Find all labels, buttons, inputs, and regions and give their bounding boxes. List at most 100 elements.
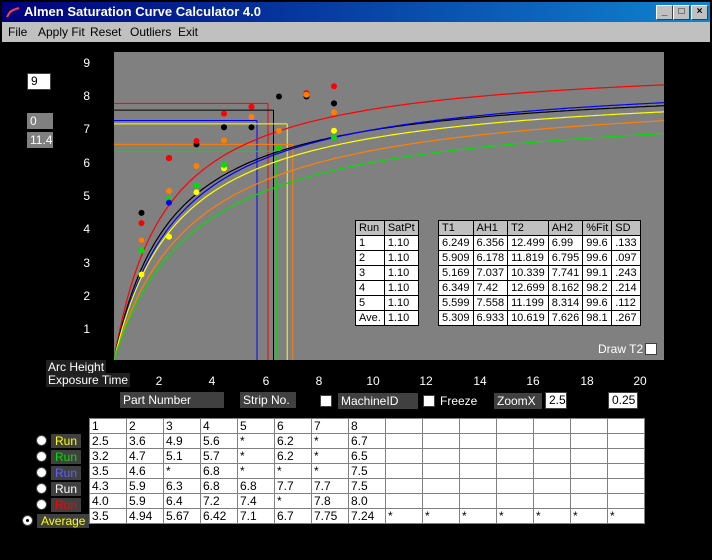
grid-cell[interactable]: 6.7 [348,433,386,449]
grid-cell[interactable]: 7.7 [274,478,312,494]
zoomx-input[interactable]: 2.5 [545,392,567,409]
grid-cell[interactable]: 3.2 [89,448,127,464]
grid-cell[interactable] [422,433,460,449]
grid-cell[interactable]: 8 [348,418,386,434]
grid-cell[interactable] [385,463,423,479]
draw-t2-checkbox[interactable] [645,343,657,355]
grid-cell[interactable] [385,478,423,494]
grid-cell[interactable] [533,478,571,494]
grid-cell[interactable]: * [533,508,571,524]
grid-cell[interactable]: * [237,433,275,449]
grid-cell[interactable] [570,448,608,464]
grid-cell[interactable] [496,478,534,494]
grid-cell[interactable]: 2 [126,418,164,434]
grid-cell[interactable]: 7.5 [348,463,386,479]
grid-cell[interactable]: 3.5 [89,508,127,524]
grid-cell[interactable]: 5.6 [200,433,238,449]
grid-cell[interactable]: 7.24 [348,508,386,524]
grid-cell[interactable]: 4.3 [89,478,127,494]
grid-cell[interactable]: * [311,433,349,449]
grid-cell[interactable] [570,478,608,494]
grid-cell[interactable] [496,493,534,509]
grid-cell[interactable]: 6.7 [274,508,312,524]
machine-id-checkbox[interactable] [320,395,332,407]
grid-cell[interactable]: * [274,463,312,479]
grid-cell[interactable] [570,463,608,479]
grid-cell[interactable] [496,418,534,434]
grid-cell[interactable] [570,433,608,449]
grid-cell[interactable]: 4.94 [126,508,164,524]
grid-cell[interactable]: * [311,463,349,479]
grid-cell[interactable]: 6.42 [200,508,238,524]
grid-cell[interactable] [422,448,460,464]
y-min-field[interactable]: 0 [27,113,53,129]
grid-cell[interactable] [459,478,497,494]
minimize-button[interactable]: _ [656,5,673,20]
grid-cell[interactable] [533,493,571,509]
grid-cell[interactable] [422,478,460,494]
run-3-radio[interactable] [36,467,47,478]
grid-cell[interactable]: 7.75 [311,508,349,524]
grid-cell[interactable]: 4.0 [89,493,127,509]
grid-cell[interactable]: 3.5 [89,463,127,479]
grid-cell[interactable] [422,418,460,434]
grid-cell[interactable]: 6.2 [274,448,312,464]
grid-cell[interactable]: * [237,448,275,464]
grid-cell[interactable]: 5.1 [163,448,201,464]
grid-cell[interactable] [607,463,645,479]
grid-cell[interactable] [459,493,497,509]
grid-cell[interactable]: 5.9 [126,493,164,509]
grid-cell[interactable]: 7.5 [348,478,386,494]
grid-cell[interactable] [607,448,645,464]
grid-cell[interactable]: 7.1 [237,508,275,524]
grid-cell[interactable]: 4.7 [126,448,164,464]
menu-apply-fit[interactable]: Apply Fit [38,25,85,39]
menu-outliers[interactable]: Outliers [130,25,171,39]
grid-cell[interactable] [570,493,608,509]
grid-cell[interactable]: 7.7 [311,478,349,494]
grid-cell[interactable] [459,433,497,449]
grid-cell[interactable] [385,493,423,509]
grid-cell[interactable]: 7 [311,418,349,434]
grid-cell[interactable] [422,493,460,509]
grid-cell[interactable] [533,448,571,464]
run-4-radio[interactable] [36,483,47,494]
average-radio[interactable] [22,515,33,526]
grid-cell[interactable]: 1 [89,418,127,434]
strip-no-field[interactable]: Strip No. [240,392,296,408]
grid-cell[interactable]: 5.9 [126,478,164,494]
grid-cell[interactable]: 7.8 [311,493,349,509]
run-2-radio[interactable] [36,451,47,462]
grid-cell[interactable]: 6.2 [274,433,312,449]
grid-cell[interactable] [607,478,645,494]
part-number-field[interactable]: Part Number [120,392,224,408]
grid-cell[interactable]: * [607,508,645,524]
grid-cell[interactable]: * [422,508,460,524]
grid-cell[interactable] [533,463,571,479]
menu-reset[interactable]: Reset [90,25,121,39]
grid-cell[interactable]: 5.7 [200,448,238,464]
grid-cell[interactable]: * [237,463,275,479]
grid-cell[interactable]: 3 [163,418,201,434]
grid-cell[interactable]: 6 [274,418,312,434]
value-field[interactable]: 11.4 [27,132,53,148]
grid-cell[interactable] [385,433,423,449]
grid-cell[interactable] [607,418,645,434]
grid-cell[interactable]: 2.5 [89,433,127,449]
grid-cell[interactable] [607,493,645,509]
y-max-input[interactable]: 9 [27,73,51,90]
grid-cell[interactable]: 7.4 [237,493,275,509]
grid-cell[interactable]: * [570,508,608,524]
grid-cell[interactable]: 8.0 [348,493,386,509]
grid-cell[interactable] [533,418,571,434]
run-1-radio[interactable] [36,435,47,446]
grid-cell[interactable] [496,463,534,479]
grid-cell[interactable]: 6.8 [200,478,238,494]
close-button[interactable]: × [691,5,708,20]
grid-cell[interactable]: 6.3 [163,478,201,494]
grid-cell[interactable]: * [385,508,423,524]
grid-cell[interactable] [570,418,608,434]
grid-cell[interactable] [422,463,460,479]
grid-cell[interactable] [385,418,423,434]
grid-cell[interactable]: * [459,508,497,524]
